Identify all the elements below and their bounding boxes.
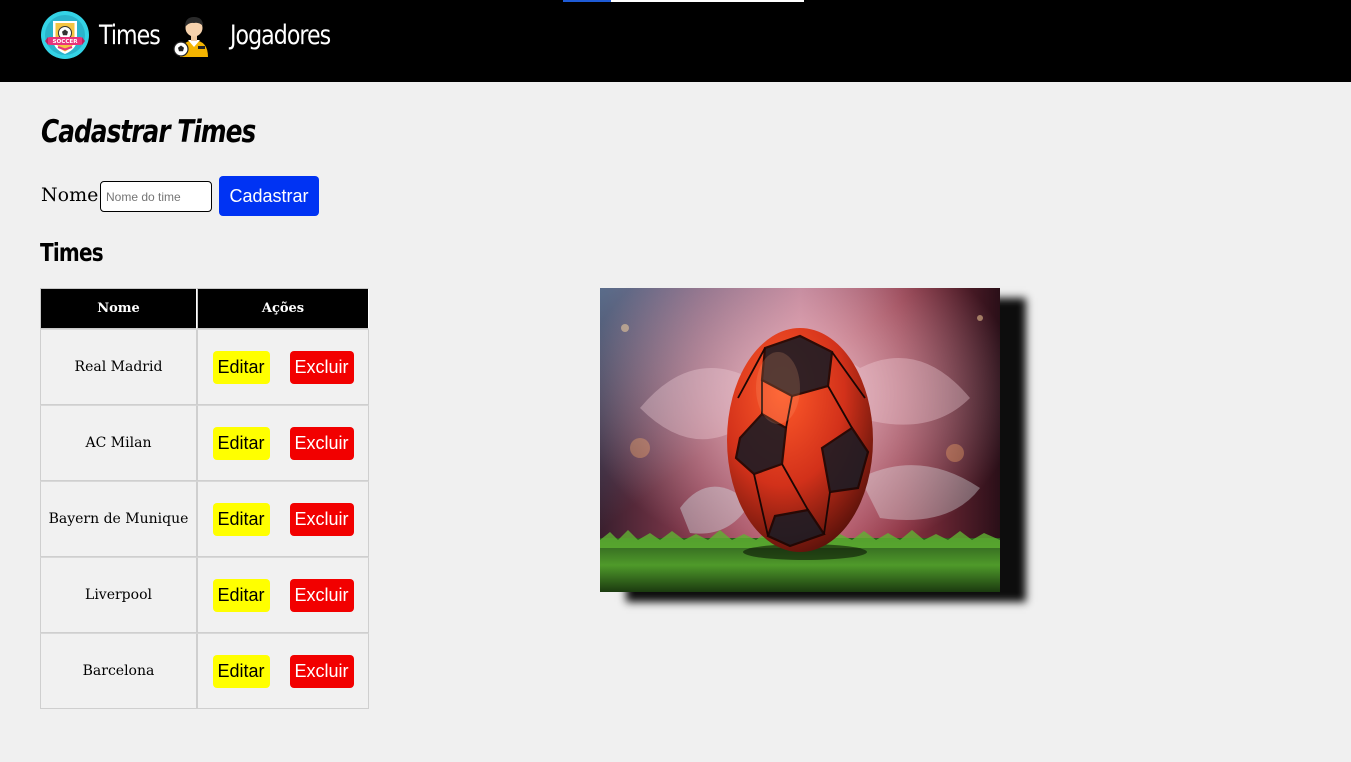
column-header-name: Nome (40, 288, 197, 329)
column-header-actions: Ações (197, 288, 369, 329)
soccer-ball-illustration (600, 288, 1000, 592)
table-header-row: Nome Ações (40, 288, 369, 329)
table-row: Bayern de Munique Editar Excluir (40, 481, 369, 557)
teams-section-title: Times (40, 238, 104, 267)
top-navbar: SOCCER Times Jogadores (0, 0, 1351, 82)
actions-cell: Editar Excluir (197, 633, 369, 709)
table-row: Liverpool Editar Excluir (40, 557, 369, 633)
table-row: Barcelona Editar Excluir (40, 633, 369, 709)
actions-cell: Editar Excluir (197, 329, 369, 405)
edit-button[interactable]: Editar (212, 654, 270, 688)
top-progress-fill (563, 0, 612, 2)
edit-button[interactable]: Editar (212, 502, 270, 536)
teams-table: Nome Ações Real Madrid Editar Excluir AC … (40, 288, 369, 709)
table-row: Real Madrid Editar Excluir (40, 329, 369, 405)
delete-button[interactable]: Excluir (289, 578, 354, 612)
soccer-ball-image (600, 288, 1000, 592)
nav-label-jogadores: Jogadores (230, 19, 331, 51)
nav-label-times: Times (99, 19, 161, 51)
delete-button[interactable]: Excluir (289, 426, 354, 460)
player-icon (173, 17, 208, 57)
edit-button[interactable]: Editar (212, 578, 270, 612)
team-name-cell: Liverpool (40, 557, 197, 633)
svg-text:SOCCER: SOCCER (52, 39, 78, 45)
delete-button[interactable]: Excluir (289, 350, 354, 384)
actions-cell: Editar Excluir (197, 405, 369, 481)
top-progress-bar (563, 0, 804, 2)
soccer-badge-icon: SOCCER (41, 11, 89, 59)
nav-link-times[interactable]: SOCCER Times (40, 9, 173, 61)
register-button[interactable]: Cadastrar (219, 176, 319, 216)
name-label: Nome (41, 184, 99, 206)
actions-cell: Editar Excluir (197, 481, 369, 557)
actions-cell: Editar Excluir (197, 557, 369, 633)
nav-link-jogadores[interactable]: Jogadores (172, 9, 352, 61)
table-row: AC Milan Editar Excluir (40, 405, 369, 481)
team-name-input[interactable] (100, 181, 212, 212)
team-name-cell: Barcelona (40, 633, 197, 709)
page-title: Cadastrar Times (41, 114, 256, 150)
edit-button[interactable]: Editar (212, 350, 270, 384)
delete-button[interactable]: Excluir (289, 654, 354, 688)
team-name-cell: Real Madrid (40, 329, 197, 405)
team-name-cell: AC Milan (40, 405, 197, 481)
delete-button[interactable]: Excluir (289, 502, 354, 536)
edit-button[interactable]: Editar (212, 426, 270, 460)
team-name-cell: Bayern de Munique (40, 481, 197, 557)
